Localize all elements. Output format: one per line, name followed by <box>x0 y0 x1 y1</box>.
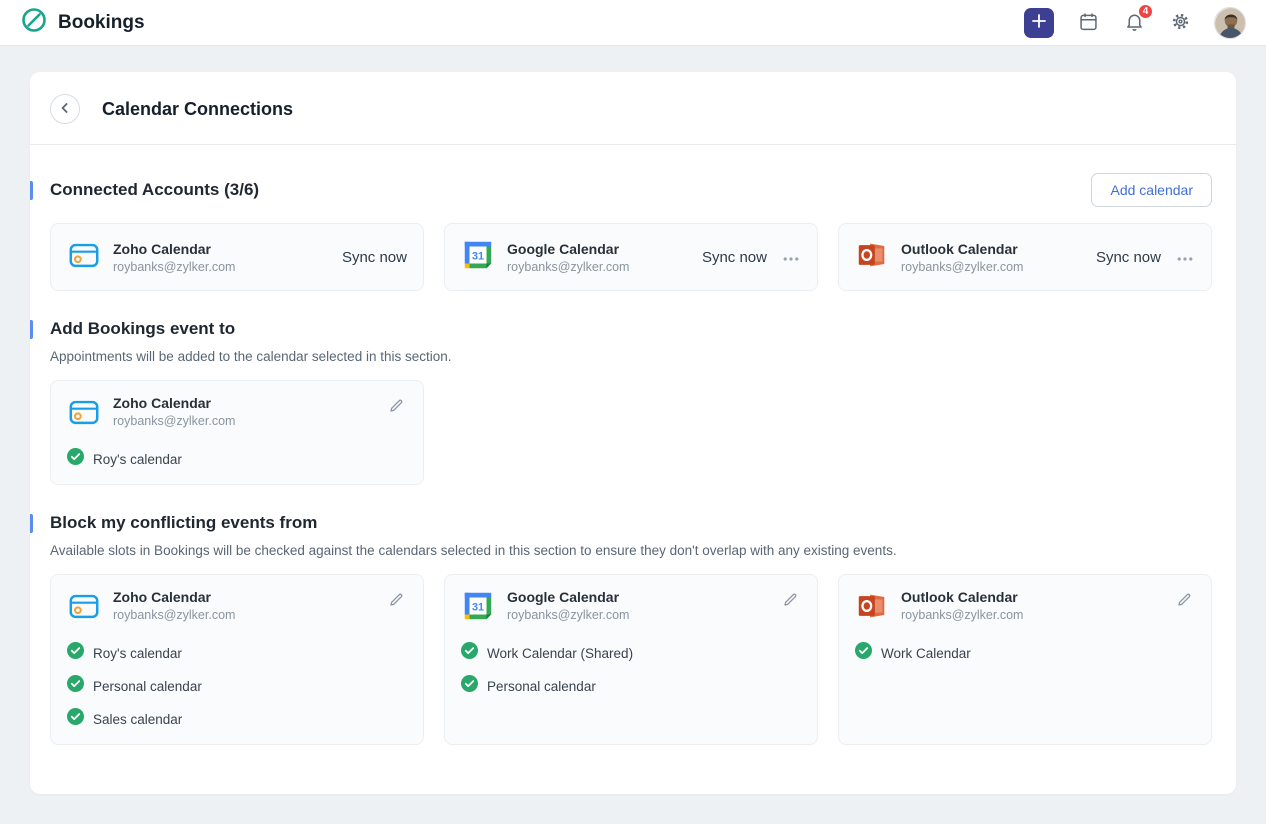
selected-calendar-item: Work Calendar (Shared) <box>461 642 801 664</box>
check-circle-icon <box>67 642 84 664</box>
connected-account-card-zoho: Zoho Calendar roybanks@zylker.com Sync n… <box>50 223 424 291</box>
bookings-logo-icon <box>20 6 48 39</box>
edit-selection-button[interactable] <box>1174 589 1195 613</box>
add-bookings-event-title: Add Bookings event to <box>30 319 235 339</box>
account-provider-name: Outlook Calendar <box>901 241 1084 257</box>
gear-icon <box>1170 11 1191 35</box>
calendar-connections-panel: Calendar Connections Connected Accounts … <box>30 72 1236 794</box>
connected-account-card-outlook: Outlook Calendar roybanks@zylker.com Syn… <box>838 223 1212 291</box>
page-header: Calendar Connections <box>30 72 1236 144</box>
calendar-name: Work Calendar <box>881 646 971 661</box>
check-circle-icon <box>461 642 478 664</box>
add-event-card-zoho: Zoho Calendar roybanks@zylker.com <box>50 380 424 485</box>
block-conflicting-events-description: Available slots in Bookings will be chec… <box>30 533 1236 558</box>
user-avatar[interactable] <box>1214 7 1246 39</box>
pencil-icon <box>388 591 405 611</box>
top-bar: Bookings 4 <box>0 0 1266 46</box>
pencil-icon <box>1176 591 1193 611</box>
check-circle-icon <box>67 675 84 697</box>
svg-text:31: 31 <box>472 250 484 262</box>
ellipsis-icon <box>783 250 799 265</box>
calendar-name: Personal calendar <box>487 679 596 694</box>
app-title: Bookings <box>58 12 145 34</box>
selected-calendar-item: Roy's calendar <box>67 642 407 664</box>
edit-selection-button[interactable] <box>780 589 801 613</box>
page-title: Calendar Connections <box>102 99 293 120</box>
check-circle-icon <box>67 708 84 730</box>
block-card-outlook: Outlook Calendar roybanks@zylker.com <box>838 574 1212 745</box>
selected-calendar-item: Work Calendar <box>855 642 1195 664</box>
selected-calendar-item: Sales calendar <box>67 708 407 730</box>
plus-icon <box>1032 14 1046 31</box>
add-bookings-event-description: Appointments will be added to the calend… <box>30 339 1236 364</box>
block-card-google: 31 Google Calendar roybanks@zylker.com <box>444 574 818 745</box>
account-email: roybanks@zylker.com <box>113 260 330 274</box>
check-circle-icon <box>461 675 478 697</box>
account-provider-name: Zoho Calendar <box>113 589 374 605</box>
calendar-name: Sales calendar <box>93 712 182 727</box>
calendar-name: Personal calendar <box>93 679 202 694</box>
connected-account-card-google: 31 Google Calendar roybanks@zylker.com S… <box>444 223 818 291</box>
account-email: roybanks@zylker.com <box>507 608 768 622</box>
account-email: roybanks@zylker.com <box>113 608 374 622</box>
check-circle-icon <box>855 642 872 664</box>
account-email: roybanks@zylker.com <box>113 414 374 428</box>
account-provider-name: Zoho Calendar <box>113 241 330 257</box>
selected-calendar-item: Roy's calendar <box>67 448 407 470</box>
connected-accounts-section: Connected Accounts (3/6) Add calendar Zo… <box>30 145 1236 291</box>
google-calendar-icon: 31 <box>461 589 495 628</box>
edit-selection-button[interactable] <box>386 395 407 419</box>
create-new-button[interactable] <box>1024 8 1054 38</box>
calendar-name: Work Calendar (Shared) <box>487 646 633 661</box>
back-button[interactable] <box>50 94 80 124</box>
zoho-calendar-icon <box>67 395 101 434</box>
account-provider-name: Zoho Calendar <box>113 395 374 411</box>
zoho-calendar-icon <box>67 589 101 628</box>
sync-now-button[interactable]: Sync now <box>342 249 407 266</box>
connected-accounts-row: Zoho Calendar roybanks@zylker.com Sync n… <box>30 207 1236 291</box>
check-circle-icon <box>67 448 84 470</box>
top-actions: 4 <box>1024 7 1246 39</box>
account-provider-name: Google Calendar <box>507 241 690 257</box>
notification-count-badge: 4 <box>1138 4 1153 19</box>
ellipsis-icon <box>1177 250 1193 265</box>
svg-text:31: 31 <box>472 602 484 614</box>
block-events-row: Zoho Calendar roybanks@zylker.com <box>30 558 1236 745</box>
block-conflicting-events-title: Block my conflicting events from <box>30 513 317 533</box>
connected-accounts-title: Connected Accounts (3/6) <box>30 180 259 200</box>
edit-selection-button[interactable] <box>386 589 407 613</box>
selected-calendar-item: Personal calendar <box>67 675 407 697</box>
block-conflicting-events-section: Block my conflicting events from Availab… <box>30 485 1236 779</box>
outlook-calendar-icon <box>855 238 889 277</box>
account-email: roybanks@zylker.com <box>507 260 690 274</box>
add-event-row: Zoho Calendar roybanks@zylker.com <box>30 364 1236 485</box>
add-bookings-event-section: Add Bookings event to Appointments will … <box>30 291 1236 485</box>
block-card-zoho: Zoho Calendar roybanks@zylker.com <box>50 574 424 745</box>
chevron-left-icon <box>58 101 72 118</box>
calendar-name: Roy's calendar <box>93 452 182 467</box>
google-calendar-icon: 31 <box>461 238 495 277</box>
zoho-calendar-icon <box>67 238 101 277</box>
calendar-view-button[interactable] <box>1076 11 1100 35</box>
sync-now-button[interactable]: Sync now <box>1096 249 1161 266</box>
selected-calendar-item: Personal calendar <box>461 675 801 697</box>
add-calendar-button[interactable]: Add calendar <box>1091 173 1212 207</box>
account-provider-name: Google Calendar <box>507 589 768 605</box>
more-options-button[interactable] <box>1175 248 1195 267</box>
outlook-calendar-icon <box>855 589 889 628</box>
account-email: roybanks@zylker.com <box>901 608 1162 622</box>
calendar-icon <box>1078 11 1099 35</box>
calendar-name: Roy's calendar <box>93 646 182 661</box>
pencil-icon <box>782 591 799 611</box>
more-options-button[interactable] <box>781 248 801 267</box>
sync-now-button[interactable]: Sync now <box>702 249 767 266</box>
account-provider-name: Outlook Calendar <box>901 589 1162 605</box>
pencil-icon <box>388 397 405 417</box>
account-email: roybanks@zylker.com <box>901 260 1084 274</box>
notifications-button[interactable]: 4 <box>1122 11 1146 35</box>
app-brand[interactable]: Bookings <box>20 6 145 39</box>
settings-button[interactable] <box>1168 11 1192 35</box>
